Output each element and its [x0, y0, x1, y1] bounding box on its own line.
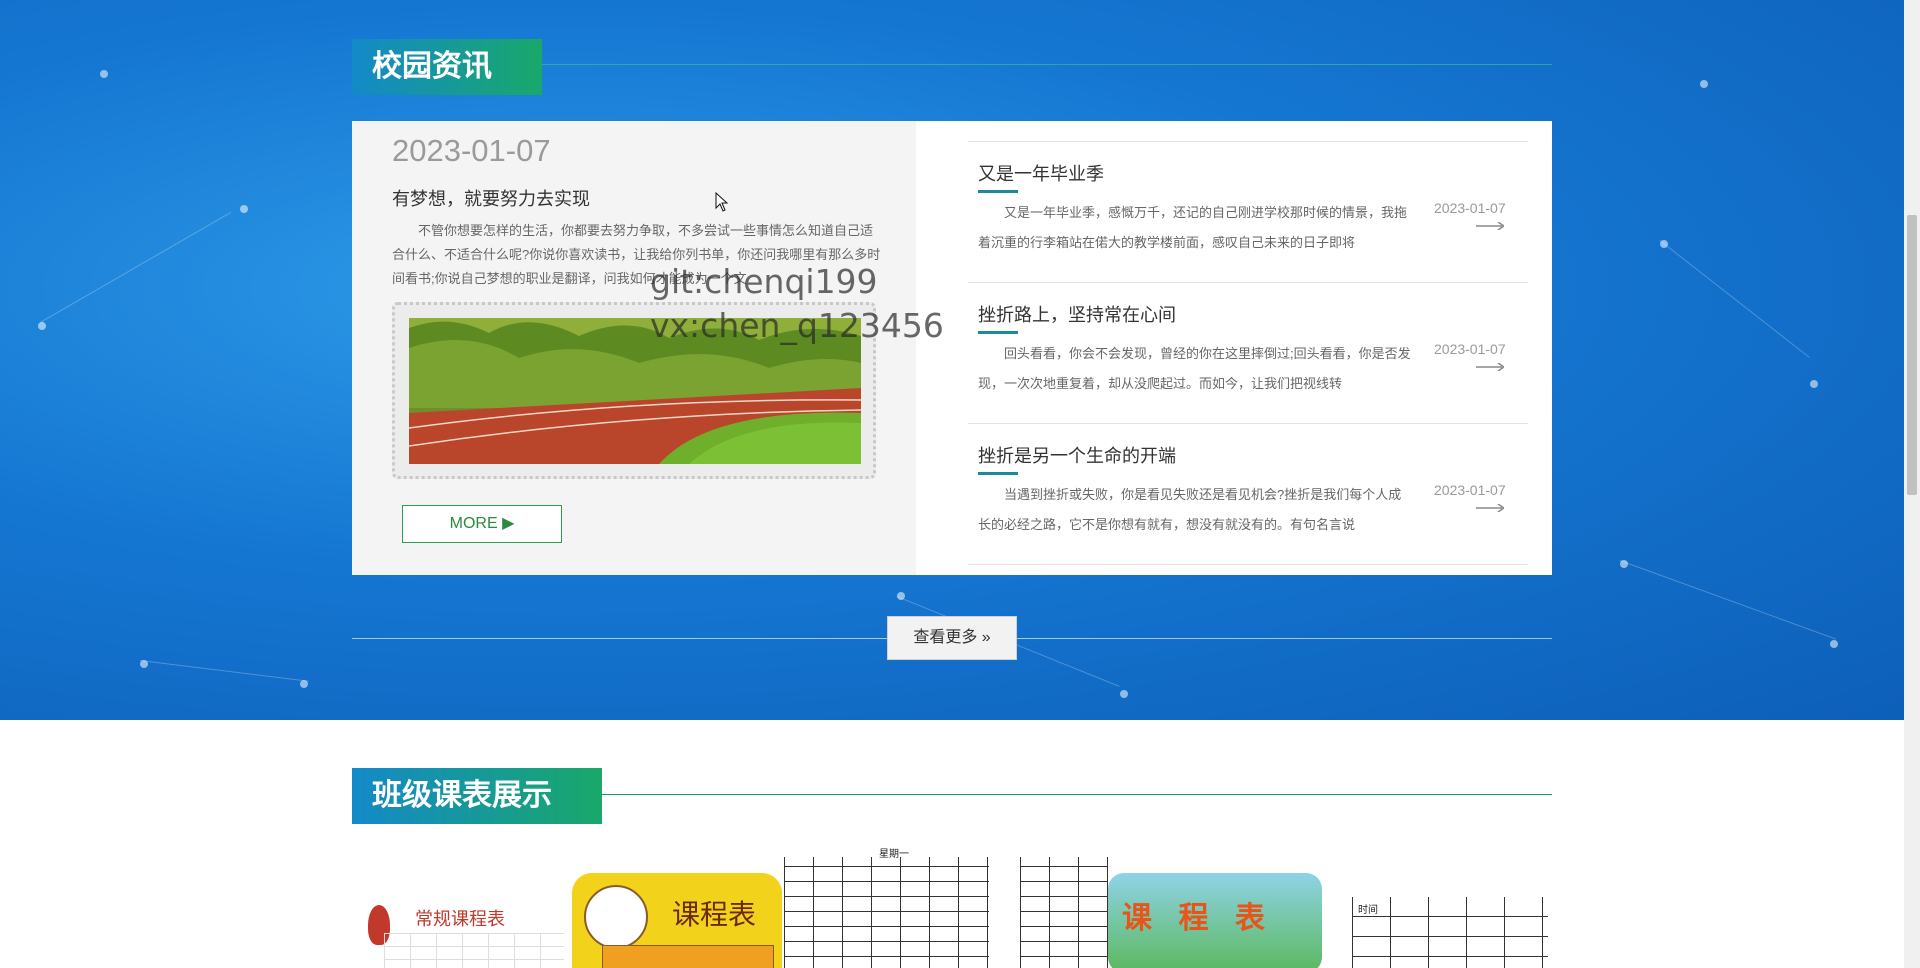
news-item-underline [978, 331, 1018, 334]
schedule-gallery: 常规课程表 课程表 星期一 课 程 表 时间 [352, 845, 1552, 968]
featured-title[interactable]: 有梦想，就要努力去实现 [392, 185, 590, 211]
news-section-title: 校园资讯 [352, 39, 542, 95]
schedule-image[interactable]: 星期一 [784, 845, 989, 968]
decor-line [40, 212, 232, 323]
news-item-excerpt: 当遇到挫折或失败，你是看见失败还是看见机会?挫折是我们每个人成长的必经之路，它不… [978, 487, 1402, 532]
vertical-scrollbar[interactable] [1904, 0, 1920, 968]
decor-dot [1810, 380, 1818, 388]
featured-news: 2023-01-07 有梦想，就要努力去实现 不管你想要怎样的生活，你都要去努力… [352, 121, 916, 575]
schedule-image[interactable]: 课程表 [572, 873, 782, 968]
see-more-button[interactable]: 查看更多 » [887, 616, 1017, 660]
news-item-excerpt: 又是一年毕业季，感慨万千，还记的自己刚进学校那时候的情景，我拖着沉重的行李箱站在… [978, 205, 1408, 250]
decor-dot [1830, 640, 1838, 648]
decor-dot [100, 70, 108, 78]
schedule-image[interactable]: 课 程 表 [1020, 845, 1350, 968]
news-item-title[interactable]: 挫折是另一个生命的开端 [978, 442, 1176, 468]
schedule-image[interactable]: 时间 [1352, 845, 1548, 968]
arrow-right-icon[interactable] [1476, 504, 1504, 512]
decor-line [1659, 240, 1810, 358]
news-item[interactable]: 挫折是另一个生命的开端 当遇到挫折或失败，你是看见失败还是看见机会?挫折是我们每… [968, 423, 1528, 565]
more-button[interactable]: MORE ▶ [402, 505, 562, 543]
news-item-excerpt: 回头看看，你会不会发现，曾经的你在这里摔倒过;回头看看，你是否发现，一次次地重复… [978, 346, 1411, 391]
news-panel: 2023-01-07 有梦想，就要努力去实现 不管你想要怎样的生活，你都要去努力… [352, 121, 1552, 575]
schedule-caption: 课程表 [672, 898, 757, 931]
schedule-caption: 时间 [1358, 901, 1378, 916]
schedule-caption: 常规课程表 [415, 909, 505, 930]
schedule-section-title: 班级课表展示 [352, 768, 602, 824]
news-item-date: 2023-01-07 [1434, 200, 1506, 216]
news-item[interactable]: 挫折路上，坚持常在心间 回头看看，你会不会发现，曾经的你在这里摔倒过;回头看看，… [968, 282, 1528, 423]
news-title-rule [542, 64, 1552, 65]
decor-dot [240, 205, 248, 213]
decor-dot [1700, 80, 1708, 88]
decor-dot [38, 322, 46, 330]
featured-date: 2023-01-07 [392, 133, 551, 168]
news-item-date: 2023-01-07 [1434, 341, 1506, 357]
watermark-line2: vx:chen_q123456 [650, 306, 944, 345]
news-item-underline [978, 472, 1018, 475]
arrow-right-icon[interactable] [1476, 363, 1504, 371]
decor-line [139, 660, 309, 682]
schedule-grid [384, 933, 564, 968]
schedule-grid [1020, 857, 1108, 968]
arrow-right-icon[interactable] [1476, 222, 1504, 230]
watermark-line1: git:chenqi199 [650, 262, 878, 301]
news-item-underline [978, 190, 1018, 193]
scrollbar-thumb[interactable] [1907, 215, 1917, 495]
schedule-grid [1352, 897, 1548, 968]
schedule-grid [602, 945, 774, 968]
dog-icon [584, 885, 648, 949]
schedule-caption: 课 程 表 [1122, 901, 1273, 936]
news-item-title[interactable]: 又是一年毕业季 [978, 160, 1104, 186]
schedule-title-rule [602, 794, 1552, 795]
news-item-title[interactable]: 挫折路上，坚持常在心间 [978, 301, 1176, 327]
decor-dot [1120, 690, 1128, 698]
news-list: 又是一年毕业季 又是一年毕业季，感慨万千，还记的自己刚进学校那时候的情景，我拖着… [968, 141, 1528, 565]
schedule-grid [784, 857, 989, 968]
schedule-image[interactable]: 常规课程表 [360, 845, 570, 968]
decor-line [1619, 560, 1837, 640]
news-item[interactable]: 又是一年毕业季 又是一年毕业季，感慨万千，还记的自己刚进学校那时候的情景，我拖着… [968, 141, 1528, 282]
schedule-board: 课 程 表 [1108, 873, 1322, 968]
news-item-date: 2023-01-07 [1434, 482, 1506, 498]
